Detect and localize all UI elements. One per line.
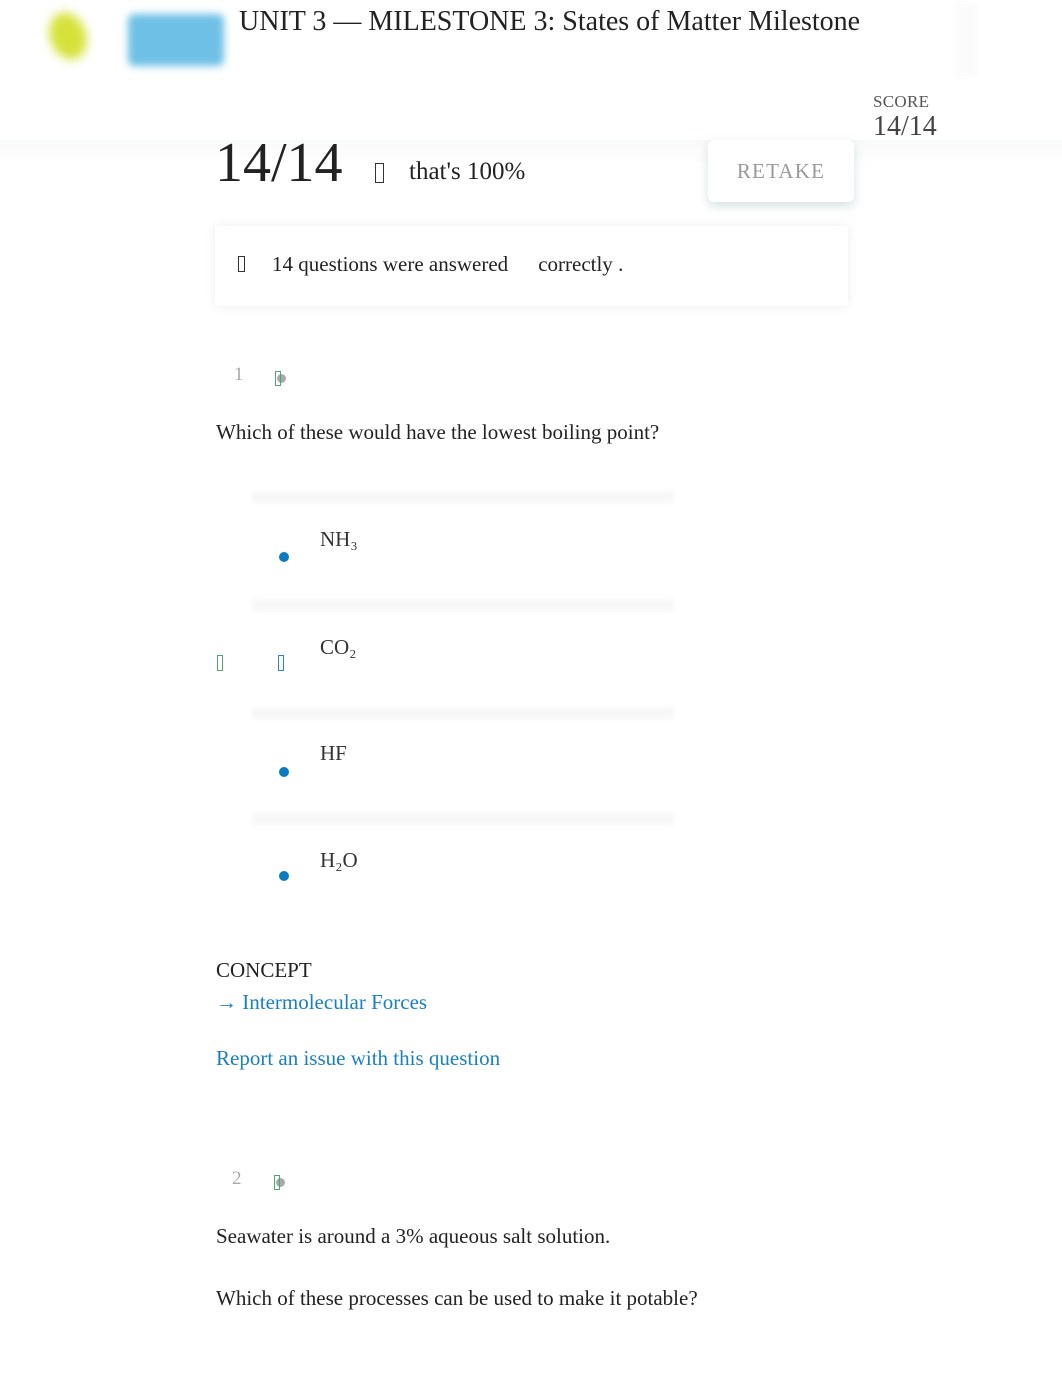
choice-divider [252, 706, 674, 720]
check-icon [238, 256, 245, 272]
correct-answer-icon [217, 655, 223, 671]
choice-radio[interactable] [279, 552, 289, 562]
question-number: 2 [232, 1168, 242, 1189]
question-text-line1: Seawater is around a 3% aqueous salt sol… [216, 1224, 611, 1248]
report-issue-link[interactable]: Report an issue with this question [216, 1046, 500, 1071]
concept-label: CONCEPT [216, 958, 312, 982]
summary-text: 14 questions were answered correctly . [272, 252, 623, 277]
choice-radio[interactable] [279, 767, 289, 777]
thumbs-up-icon [375, 163, 384, 183]
question-text: Which of these would have the lowest boi… [216, 420, 660, 444]
status-check-glyph [275, 371, 281, 386]
selected-radio-icon[interactable] [278, 655, 284, 671]
correct-status-icon [274, 1175, 285, 1190]
header: UNIT 3 — MILESTONE 3: States of Matter M… [0, 0, 1062, 95]
brand-logo-icon[interactable] [42, 7, 94, 65]
choice-label[interactable]: NH₃ [320, 527, 358, 552]
concept-link[interactable]: → Intermolecular Forces [216, 990, 427, 1015]
choice-label[interactable]: HF [320, 741, 347, 766]
results-band [0, 140, 1062, 164]
choice-divider [252, 812, 674, 826]
correct-status-icon [275, 371, 286, 386]
retake-button[interactable]: RETAKE [708, 140, 854, 202]
summary-text-part2: correctly [538, 252, 613, 276]
score-label: SCORE [873, 92, 930, 111]
question-text-line2: Which of these processes can be used to … [216, 1286, 698, 1310]
header-divider [955, 4, 977, 76]
score-value: 14/14 [873, 111, 937, 142]
question-number: 1 [234, 364, 244, 385]
choice-divider [252, 490, 674, 504]
choice-divider [252, 598, 674, 612]
choice-label[interactable]: CO₂ [320, 635, 357, 660]
page-title: UNIT 3 — MILESTONE 3: States of Matter M… [239, 6, 861, 37]
choice-radio[interactable] [279, 871, 289, 881]
summary-text-end: . [618, 252, 624, 276]
status-check-glyph [274, 1175, 280, 1190]
brand-badge-icon[interactable] [128, 14, 224, 66]
summary-box: 14 questions were answered correctly . [215, 226, 848, 306]
summary-text-part1: 14 questions were answered [272, 252, 509, 276]
big-score: 14/14 [215, 132, 343, 194]
percent-text: that's 100% [409, 158, 526, 185]
choice-label[interactable]: H₂O [320, 848, 358, 873]
